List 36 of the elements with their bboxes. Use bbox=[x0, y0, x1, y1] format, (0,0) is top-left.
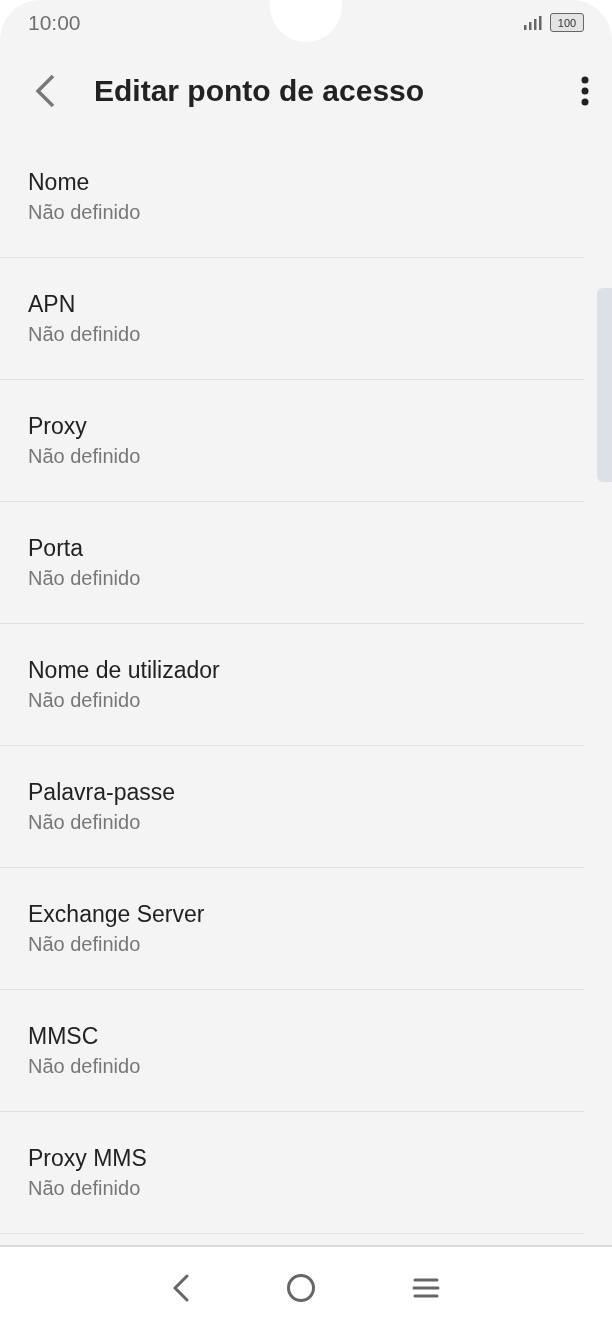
nav-home-button[interactable] bbox=[286, 1272, 316, 1303]
setting-row[interactable]: Exchange Server Não definido bbox=[0, 868, 584, 990]
signal-icon bbox=[524, 15, 542, 30]
setting-title: Nome de utilizador bbox=[28, 656, 221, 685]
setting-row[interactable]: APN Não definido bbox=[0, 258, 584, 380]
back-button[interactable] bbox=[34, 73, 56, 108]
setting-value: Não definido bbox=[28, 444, 142, 469]
nav-back-button[interactable] bbox=[172, 1273, 190, 1302]
setting-row[interactable]: Palavra-passe Não definido bbox=[0, 746, 584, 868]
setting-row[interactable]: Porta Não definido bbox=[0, 502, 584, 624]
setting-value: Não definido bbox=[28, 1176, 142, 1201]
setting-value: Não definido bbox=[28, 810, 142, 835]
setting-title: APN bbox=[28, 290, 77, 319]
setting-title: Proxy bbox=[28, 412, 88, 441]
setting-row[interactable]: Nome de utilizador Não definido bbox=[0, 624, 584, 746]
setting-row[interactable]: Proxy Não definido bbox=[0, 380, 584, 502]
status-time: 10:00 bbox=[28, 10, 81, 35]
setting-title: Proxy MMS bbox=[28, 1144, 148, 1173]
setting-value: Não definido bbox=[28, 1054, 142, 1079]
setting-title: Palavra-passe bbox=[28, 778, 177, 807]
page-title: Editar ponto de acesso bbox=[94, 73, 426, 108]
setting-value: Não definido bbox=[28, 322, 142, 347]
setting-value: Não definido bbox=[28, 688, 142, 713]
setting-value: Não definido bbox=[28, 200, 142, 225]
setting-title: Porta bbox=[28, 534, 84, 563]
setting-title: Nome bbox=[28, 168, 91, 197]
setting-row[interactable]: Proxy MMS Não definido bbox=[0, 1112, 584, 1234]
battery-indicator: 100 bbox=[550, 13, 584, 32]
setting-value: Não definido bbox=[28, 932, 142, 957]
setting-title: Exchange Server bbox=[28, 900, 206, 929]
setting-title: MMSC bbox=[28, 1022, 100, 1051]
more-options-button[interactable] bbox=[580, 75, 590, 106]
setting-value: Não definido bbox=[28, 566, 142, 591]
nav-menu-button[interactable] bbox=[412, 1276, 440, 1299]
setting-row[interactable]: Nome Não definido bbox=[0, 136, 584, 258]
setting-row[interactable]: MMSC Não definido bbox=[0, 990, 584, 1112]
